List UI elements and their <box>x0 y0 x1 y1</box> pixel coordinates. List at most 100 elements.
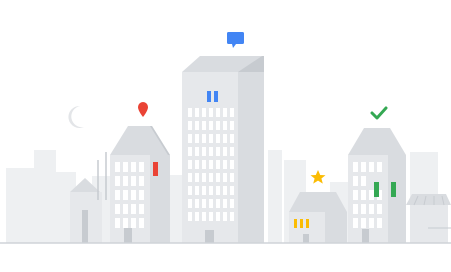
window <box>209 173 213 182</box>
window <box>195 173 199 182</box>
window <box>223 186 227 195</box>
building-pin <box>110 126 170 243</box>
window <box>131 162 136 172</box>
window <box>230 199 234 208</box>
window <box>216 199 220 208</box>
window <box>139 176 144 186</box>
bg-building <box>268 150 282 243</box>
cityscape-svg <box>0 32 451 244</box>
window <box>361 190 366 200</box>
window <box>230 186 234 195</box>
window <box>223 108 227 117</box>
window <box>223 199 227 208</box>
window <box>377 162 382 172</box>
window <box>353 162 358 172</box>
building-check <box>348 128 406 243</box>
red-window-accent <box>153 162 158 176</box>
window <box>209 121 213 130</box>
window <box>202 186 206 195</box>
window <box>131 218 136 228</box>
window <box>369 190 374 200</box>
window <box>353 176 358 186</box>
window <box>195 199 199 208</box>
green-window-accent <box>391 182 396 197</box>
window <box>139 190 144 200</box>
window <box>216 160 220 169</box>
window <box>361 162 366 172</box>
window <box>115 190 120 200</box>
shop-right <box>406 194 451 243</box>
window <box>195 186 199 195</box>
window <box>216 173 220 182</box>
window <box>216 108 220 117</box>
window <box>115 204 120 214</box>
window <box>202 147 206 156</box>
tall-building <box>182 56 264 243</box>
window <box>369 218 374 228</box>
window <box>202 199 206 208</box>
yellow-window-accent <box>294 219 297 228</box>
window <box>123 204 128 214</box>
window <box>353 190 358 200</box>
window <box>230 134 234 143</box>
window <box>202 173 206 182</box>
window <box>230 160 234 169</box>
house-left <box>70 152 107 243</box>
window <box>188 199 192 208</box>
window <box>230 147 234 156</box>
window <box>353 204 358 214</box>
window <box>209 199 213 208</box>
window <box>188 147 192 156</box>
bg-building <box>34 150 56 243</box>
window <box>369 204 374 214</box>
yellow-window-accent <box>300 219 303 228</box>
window <box>209 160 213 169</box>
window <box>202 108 206 117</box>
blue-window-accent <box>207 91 211 102</box>
window <box>223 173 227 182</box>
window <box>209 186 213 195</box>
window <box>209 147 213 156</box>
window <box>202 121 206 130</box>
window <box>216 147 220 156</box>
window <box>223 212 227 221</box>
building-pin-door <box>124 228 132 243</box>
window <box>216 212 220 221</box>
window <box>223 147 227 156</box>
city-illustration <box>0 0 451 272</box>
window <box>139 204 144 214</box>
window <box>202 212 206 221</box>
window <box>123 162 128 172</box>
window <box>195 212 199 221</box>
window <box>188 108 192 117</box>
window <box>188 186 192 195</box>
window <box>230 173 234 182</box>
building-check-side <box>388 155 406 243</box>
window <box>377 218 382 228</box>
window <box>223 121 227 130</box>
window <box>230 212 234 221</box>
window <box>195 121 199 130</box>
star-icon <box>310 170 326 184</box>
window <box>188 134 192 143</box>
window <box>188 212 192 221</box>
window <box>361 176 366 186</box>
window <box>115 162 120 172</box>
window <box>115 218 120 228</box>
crescent-moon-icon <box>68 105 84 128</box>
blue-window-accent <box>214 91 218 102</box>
window <box>139 162 144 172</box>
window <box>223 160 227 169</box>
window <box>369 162 374 172</box>
window <box>131 204 136 214</box>
house-star-door <box>303 234 309 243</box>
green-window-accent <box>374 182 379 197</box>
window <box>195 134 199 143</box>
bg-building <box>6 168 36 243</box>
window <box>209 212 213 221</box>
window <box>123 190 128 200</box>
house-star <box>289 192 347 243</box>
window <box>230 108 234 117</box>
window <box>123 176 128 186</box>
building-check-roof <box>348 128 406 155</box>
